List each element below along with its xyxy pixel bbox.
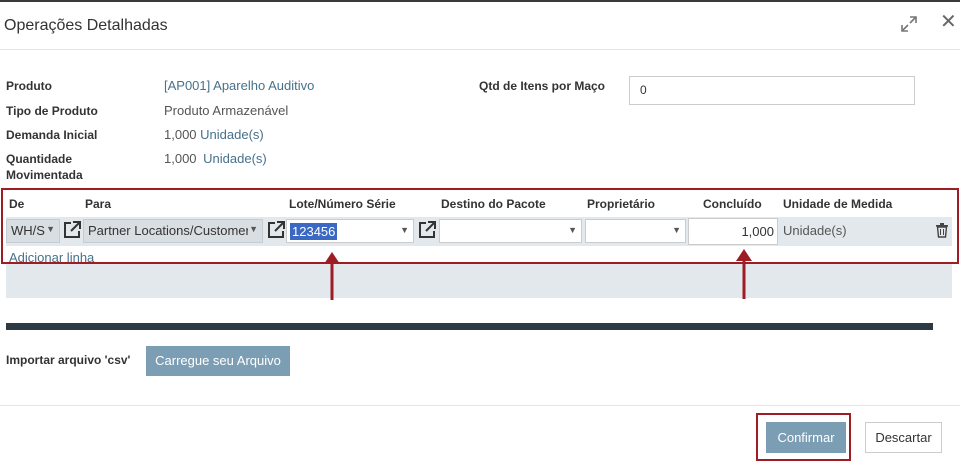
modal-header: Operações Detalhadas ✕ [0, 2, 960, 50]
tipo-produto-label: Tipo de Produto [6, 104, 98, 118]
close-icon[interactable]: ✕ [940, 12, 957, 32]
para-select[interactable]: Partner Locations/Customers ▼ [83, 219, 263, 243]
arrow-up-icon [736, 249, 752, 299]
upload-file-button[interactable]: Carregue seu Arquivo [146, 346, 290, 376]
confirm-button[interactable]: Confirmar [766, 422, 846, 453]
para-value: Partner Locations/Customers [88, 223, 248, 238]
col-destino[interactable]: Destino do Pacote [441, 197, 546, 211]
discard-button[interactable]: Descartar [865, 422, 942, 453]
unidade-medida-value: Unidade(s) [783, 223, 847, 238]
caret-down-icon: ▼ [568, 225, 577, 235]
col-concluido[interactable]: Concluído [703, 197, 762, 211]
col-lote[interactable]: Lote/Número Série [289, 197, 396, 211]
expand-icon[interactable] [899, 14, 919, 34]
caret-down-icon: ▼ [672, 225, 681, 235]
quantidade-uom-link[interactable]: Unidade(s) [203, 151, 267, 166]
import-csv-label: Importar arquivo 'csv' [6, 353, 131, 367]
destino-pacote-select[interactable]: ▼ [439, 219, 582, 243]
col-unidade-medida[interactable]: Unidade de Medida [783, 197, 892, 211]
qtd-itens-input[interactable]: 0 [629, 76, 915, 105]
footer-divider [0, 405, 960, 406]
proprietario-select[interactable]: ▼ [585, 219, 686, 243]
external-link-icon[interactable] [62, 220, 82, 240]
lote-value[interactable]: 123456 [290, 223, 338, 240]
arrow-up-icon [324, 252, 340, 300]
modal-title: Operações Detalhadas [4, 17, 168, 34]
de-value: WH/S [11, 223, 45, 238]
col-proprietario[interactable]: Proprietário [587, 197, 655, 211]
de-select[interactable]: WH/S ▼ [6, 219, 60, 243]
caret-down-icon: ▼ [249, 224, 258, 234]
demanda-value: 1,000 Unidade(s) [164, 127, 264, 143]
quantidade-value: 1,000 Unidade(s) [164, 151, 267, 167]
quantidade-qty: 1,000 [164, 151, 197, 166]
tipo-produto-value: Produto Armazenável [164, 103, 289, 118]
lote-select[interactable]: 123456 ▼ [286, 219, 414, 243]
demanda-qty: 1,000 [164, 127, 197, 142]
add-line-link[interactable]: Adicionar linha [9, 250, 94, 265]
caret-down-icon: ▼ [46, 224, 55, 234]
external-link-icon[interactable] [266, 220, 286, 240]
separator-bar [6, 323, 933, 330]
external-link-icon[interactable] [417, 220, 437, 240]
quantidade-label: Quantidade Movimentada [6, 152, 83, 182]
produto-label: Produto [6, 79, 52, 93]
col-para[interactable]: Para [85, 197, 111, 211]
demanda-uom-link[interactable]: Unidade(s) [200, 127, 264, 142]
caret-down-icon: ▼ [400, 225, 409, 235]
qtd-itens-label: Qtd de Itens por Maço [479, 79, 606, 93]
trash-icon[interactable] [935, 223, 949, 238]
col-de[interactable]: De [9, 197, 24, 211]
concluido-input[interactable]: 1,000 [688, 218, 778, 245]
table-footer-band [6, 264, 952, 298]
demanda-label: Demanda Inicial [6, 128, 98, 142]
produto-link[interactable]: [AP001] Aparelho Auditivo [164, 78, 314, 94]
